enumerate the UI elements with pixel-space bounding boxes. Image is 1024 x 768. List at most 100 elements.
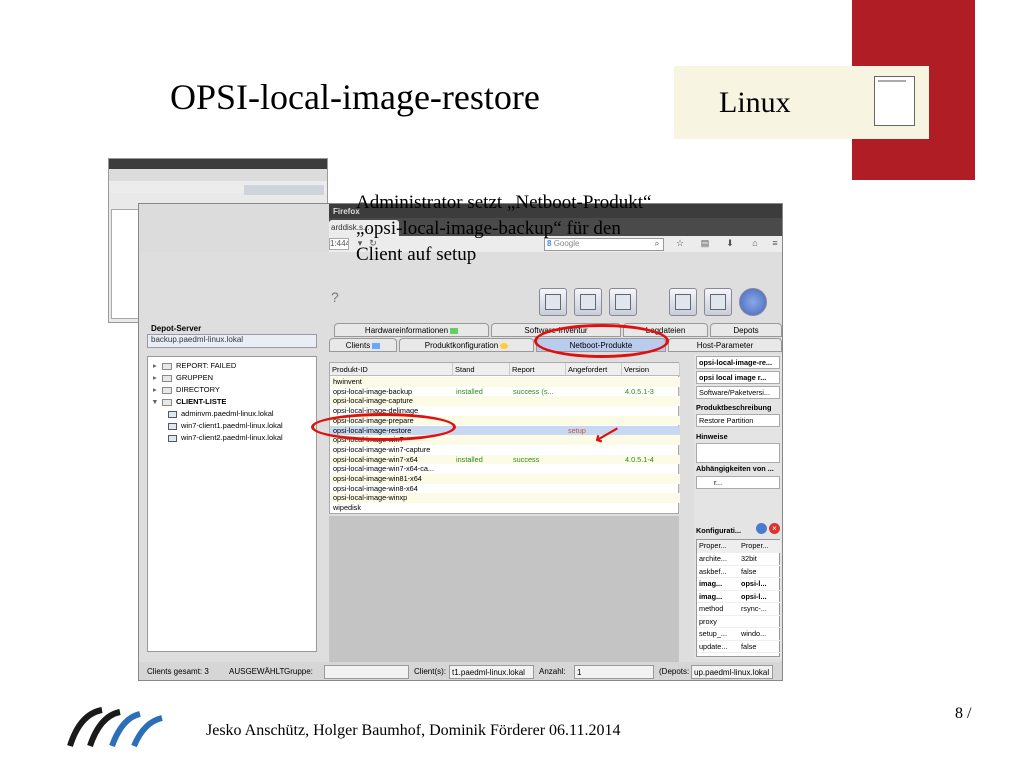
toolbar-button-5[interactable] bbox=[704, 288, 732, 316]
annotation-line: Administrator setzt „Netboot-Produkt“ bbox=[356, 192, 652, 213]
property-value: false bbox=[741, 566, 757, 576]
tree-node-client-liste[interactable]: ▾ CLIENT-LISTE bbox=[153, 397, 226, 406]
property-row[interactable]: update... false bbox=[697, 641, 781, 653]
property-name: imag... bbox=[699, 579, 723, 588]
computer-icon bbox=[168, 434, 177, 442]
annotation-line: Client auf setup bbox=[356, 244, 477, 265]
config-close-icon[interactable]: × bbox=[769, 523, 780, 534]
dependencies-field: r... bbox=[696, 476, 780, 489]
os-badge: Linux bbox=[674, 66, 929, 139]
count-field: 1 bbox=[574, 665, 654, 679]
config-reload-icon[interactable] bbox=[756, 523, 767, 534]
description-label: Produktbeschreibung bbox=[696, 403, 772, 412]
property-row[interactable]: method rsync-... bbox=[697, 603, 781, 616]
description-field: Restore Partition bbox=[696, 414, 780, 427]
toolbar-button-1[interactable] bbox=[539, 288, 567, 316]
expand-icon[interactable]: ▸ bbox=[153, 361, 162, 370]
count-label: Anzahl: bbox=[539, 667, 566, 676]
col-header-angefordert[interactable]: Angefordert bbox=[566, 363, 622, 376]
property-value: windo... bbox=[741, 629, 767, 638]
tree-node-report[interactable]: ▸ REPORT: FAILED bbox=[153, 361, 236, 370]
tab-host-parameter[interactable]: Host-Parameter bbox=[668, 338, 782, 352]
cell-id: opsi-local-image-win7-x64 bbox=[333, 454, 418, 464]
table-row[interactable]: opsi-local-image-backup installed success … bbox=[330, 387, 680, 397]
col-header-report[interactable]: Report bbox=[510, 363, 566, 376]
client-field: t1.paedml-linux.lokal bbox=[449, 665, 534, 679]
property-row[interactable]: askbef... false bbox=[697, 566, 781, 578]
page-number: 8 / bbox=[955, 705, 972, 722]
dependency-value: r... bbox=[714, 478, 723, 487]
property-row[interactable]: setup_... windo... bbox=[697, 628, 781, 641]
table-row[interactable]: opsi-local-image-win81-x64 bbox=[330, 474, 680, 484]
property-value: opsi-l... bbox=[741, 579, 767, 588]
table-row[interactable]: hwinvent bbox=[330, 377, 680, 387]
cell-id: opsi-local-image-win7-x64-ca... bbox=[333, 464, 434, 474]
tab-produktkonfiguration[interactable]: Produktkonfiguration bbox=[399, 338, 534, 352]
product-name-field: opsi local image r... bbox=[696, 371, 780, 384]
os-label: Linux bbox=[719, 86, 791, 119]
hardware-icon bbox=[450, 327, 459, 334]
folder-icon bbox=[162, 374, 172, 382]
cell-version: 4.0.5.1-3 bbox=[625, 386, 654, 396]
property-name: setup_... bbox=[699, 629, 727, 638]
property-row[interactable]: proxy bbox=[697, 616, 781, 628]
product-detail-panel: opsi-local-image-re... opsi local image … bbox=[694, 354, 782, 659]
properties-header: Proper... Proper... bbox=[697, 540, 781, 553]
annotation-line: „opsi-local-image-backup“ für den bbox=[356, 218, 621, 239]
table-row[interactable]: opsi-local-image-win8-x64 bbox=[330, 484, 680, 494]
property-row[interactable]: imag... opsi-l... bbox=[697, 591, 781, 603]
cell-id: opsi-local-image-backup bbox=[333, 386, 413, 396]
tree-node-directory[interactable]: ▸ DIRECTORY bbox=[153, 385, 220, 394]
properties-table: Proper... Proper... archite... 32bit askbef… bbox=[696, 539, 781, 657]
tree-node-gruppen[interactable]: ▸ GRUPPEN bbox=[153, 373, 213, 382]
cell-id: opsi-local-image-win7-capture bbox=[333, 444, 431, 454]
col-header-stand[interactable]: Stand bbox=[453, 363, 510, 376]
property-row[interactable]: archite... 32bit bbox=[697, 553, 781, 566]
property-row[interactable]: imag... opsi-l... bbox=[697, 578, 781, 591]
toolbar-button-4[interactable] bbox=[669, 288, 697, 316]
menu-icon[interactable]: ≡ bbox=[769, 238, 781, 250]
table-row[interactable]: opsi-local-image-win7-x64 installed succes… bbox=[330, 454, 680, 465]
tree-client[interactable]: adminvm.paedml-linux.lokal bbox=[168, 409, 274, 418]
cell-report: success (s... bbox=[513, 386, 554, 396]
tab-hardwareinformationen[interactable]: Hardwareinformationen bbox=[334, 323, 489, 337]
cell-report: success bbox=[513, 454, 540, 464]
table-row[interactable]: opsi-local-image-win7-x64-ca... bbox=[330, 464, 680, 474]
col-header-produkt-id[interactable]: Produkt-ID bbox=[330, 363, 453, 376]
client-tree: ▸ REPORT: FAILED ▸ GRUPPEN ▸ DIRECTORY ▾ CLI… bbox=[147, 356, 317, 652]
depots-field: up.paedml-linux.lokal bbox=[691, 665, 773, 679]
status-bar: Clients gesamt: 3 AUSGEWÄHLT Gruppe: Cli… bbox=[139, 662, 782, 680]
expand-icon[interactable]: ▸ bbox=[153, 385, 162, 394]
computer-icon bbox=[168, 422, 177, 430]
depot-server-field[interactable]: backup.paedml-linux.lokal bbox=[147, 334, 317, 348]
home-icon[interactable]: ⌂ bbox=[749, 238, 761, 250]
property-value: false bbox=[741, 641, 757, 651]
collapse-icon[interactable]: ▾ bbox=[153, 397, 162, 406]
depot-server-label: Depot-Server bbox=[151, 324, 202, 333]
property-value: rsync-... bbox=[741, 604, 767, 613]
opsi-configed-screenshot: Firefox arddisk.s... 1:4447 ▾ ↻ 8 Google… bbox=[138, 203, 783, 681]
selected-label: AUSGEWÄHLT bbox=[229, 667, 285, 676]
cell-stand: installed bbox=[456, 386, 483, 396]
table-row[interactable]: wipedisk bbox=[330, 503, 680, 513]
cell-stand: installed bbox=[456, 454, 483, 464]
toolbar-button-2[interactable] bbox=[574, 288, 602, 316]
tree-client[interactable]: win7-client1.paedml-linux.lokal bbox=[168, 421, 283, 430]
tree-client[interactable]: win7-client2.paedml-linux.lokal bbox=[168, 433, 283, 442]
tab-clients[interactable]: Clients bbox=[329, 338, 397, 352]
slide-title: OPSI-local-image-restore bbox=[170, 77, 540, 117]
cell-id: wipedisk bbox=[333, 503, 361, 513]
toolbar bbox=[329, 274, 782, 324]
col-header-version[interactable]: Version bbox=[622, 363, 680, 376]
expand-icon[interactable]: ▸ bbox=[153, 373, 162, 382]
tab-depots[interactable]: Depots bbox=[710, 323, 782, 337]
table-row[interactable]: opsi-local-image-win7-capture bbox=[330, 445, 680, 455]
cell-id: opsi-local-image-win81-x64 bbox=[333, 474, 422, 483]
dependencies-label: Abhängigkeiten von ... bbox=[696, 464, 774, 473]
cell-id: hwinvent bbox=[333, 377, 362, 386]
toolbar-button-3[interactable] bbox=[609, 288, 637, 316]
toolbar-button-6[interactable] bbox=[739, 288, 767, 316]
table-row[interactable]: opsi-local-image-capture bbox=[330, 396, 680, 407]
url-field[interactable]: 1:4447 bbox=[329, 238, 349, 250]
table-row[interactable]: opsi-local-image-winxp bbox=[330, 493, 680, 504]
